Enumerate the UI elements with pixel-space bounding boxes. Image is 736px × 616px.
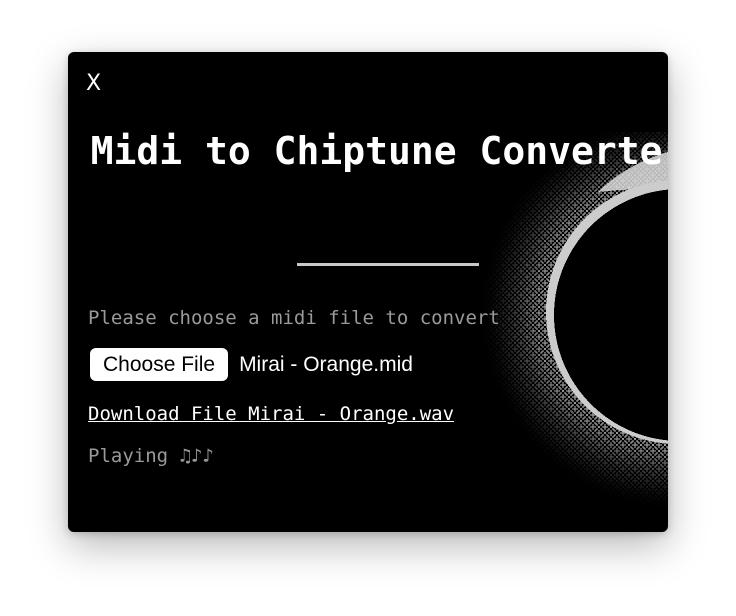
converter-dialog: X Midi to Chiptune Converter Please choo…: [68, 52, 668, 532]
download-link[interactable]: Download File Mirai - Orange.wav: [88, 402, 454, 426]
file-input: Choose File Mirai - Orange.mid: [90, 348, 413, 381]
page-title: Midi to Chiptune Converter: [90, 129, 668, 173]
choose-file-button[interactable]: Choose File: [90, 348, 229, 381]
selected-file-name: Mirai - Orange.mid: [239, 352, 413, 376]
page: X Midi to Chiptune Converter Please choo…: [0, 0, 736, 616]
title-divider: [297, 263, 479, 266]
instruction-text: Please choose a midi file to convert: [88, 307, 500, 329]
playback-status: Playing ♫♪♪: [88, 445, 214, 467]
close-button[interactable]: X: [86, 72, 101, 96]
eclipse-art-icon: [448, 132, 668, 532]
